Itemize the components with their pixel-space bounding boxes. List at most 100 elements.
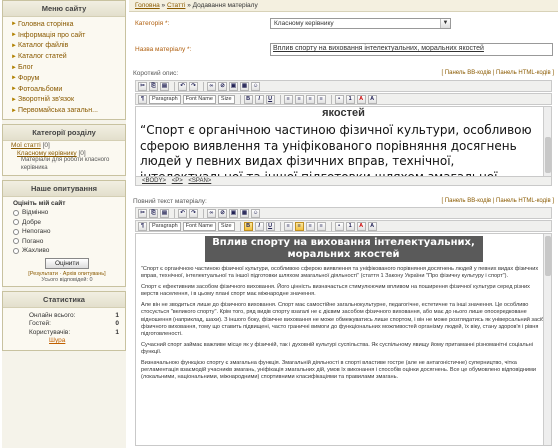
image-icon[interactable]: ▣ bbox=[229, 81, 238, 91]
menu-item-blog[interactable]: ► Блог bbox=[11, 62, 121, 73]
bg-color-icon[interactable]: A bbox=[367, 221, 377, 231]
category-select[interactable]: Класному керівнику ▼ bbox=[270, 18, 451, 29]
align-center-icon[interactable]: ≡ bbox=[294, 221, 304, 231]
menu-item-home[interactable]: ► Головна сторінка bbox=[11, 19, 121, 30]
italic-icon[interactable]: I bbox=[254, 221, 264, 231]
short-description-editor[interactable]: якостей “Спорт є органічною частиною фіз… bbox=[135, 106, 552, 177]
numbered-list-icon[interactable]: 1 bbox=[345, 94, 355, 104]
unlink-icon[interactable]: ⊘ bbox=[218, 208, 227, 218]
link-icon[interactable]: ∞ bbox=[207, 208, 216, 218]
scrollbar-thumb[interactable] bbox=[545, 137, 551, 173]
poll-option[interactable]: Непогано bbox=[13, 227, 121, 237]
vote-button[interactable]: Оцінити bbox=[45, 257, 89, 269]
poll-option[interactable]: Добре bbox=[13, 218, 121, 228]
bold-icon[interactable]: B bbox=[243, 221, 253, 231]
size-select[interactable]: Size bbox=[217, 94, 235, 104]
bullet-list-icon[interactable]: • bbox=[334, 221, 344, 231]
radio-icon[interactable] bbox=[13, 219, 19, 226]
font-name-select[interactable]: Font Name bbox=[182, 94, 216, 104]
radio-icon[interactable] bbox=[13, 238, 19, 245]
smiley-icon[interactable]: ☺ bbox=[251, 81, 260, 91]
align-left-icon[interactable]: ≡ bbox=[283, 221, 293, 231]
online-user-link[interactable]: Шура bbox=[9, 337, 119, 344]
numbered-list-icon[interactable]: 1 bbox=[345, 221, 355, 231]
table-icon[interactable]: ▦ bbox=[240, 81, 249, 91]
breadcrumb-articles[interactable]: Статті bbox=[167, 2, 185, 9]
full-text-editor[interactable]: Вплив спорту на виховання інтелектуальни… bbox=[135, 233, 552, 446]
cut-icon[interactable]: ✂ bbox=[138, 208, 147, 218]
panel-links[interactable]: [ Панель ВВ-кодів | Панель HTML-кодів ] bbox=[441, 70, 554, 76]
redo-icon[interactable]: ↷ bbox=[189, 81, 198, 91]
copy-icon[interactable]: ⎘ bbox=[149, 81, 158, 91]
font-name-select[interactable]: Font Name bbox=[182, 221, 216, 231]
justify-icon[interactable]: ≡ bbox=[316, 94, 326, 104]
undo-icon[interactable]: ↶ bbox=[178, 81, 187, 91]
styles-icon[interactable]: ¶ bbox=[138, 221, 147, 231]
category-class-teacher[interactable]: Класному керівнику [0] bbox=[3, 149, 125, 157]
scrollbar-thumb[interactable] bbox=[545, 236, 551, 276]
poll-panel: Наше опитування Оцініть мій сайт Відмінн… bbox=[2, 180, 126, 287]
path-body[interactable]: <BODY> bbox=[142, 178, 166, 184]
bold-icon[interactable]: B bbox=[243, 94, 253, 104]
panel-links[interactable]: [ Панель ВВ-кодів | Панель HTML-кодів ] bbox=[441, 198, 554, 204]
link-icon[interactable]: ∞ bbox=[207, 81, 216, 91]
text-color-icon[interactable]: A bbox=[356, 94, 366, 104]
cut-icon[interactable]: ✂ bbox=[138, 81, 147, 91]
align-left-icon[interactable]: ≡ bbox=[283, 94, 293, 104]
styles-icon[interactable]: ¶ bbox=[138, 94, 147, 104]
path-span[interactable]: <SPAN> bbox=[188, 178, 211, 184]
copy-icon[interactable]: ⎘ bbox=[149, 208, 158, 218]
image-icon[interactable]: ▣ bbox=[229, 208, 238, 218]
table-icon[interactable]: ▦ bbox=[240, 208, 249, 218]
menu-item-articles[interactable]: ► Каталог статей bbox=[11, 51, 121, 62]
poll-option[interactable]: Жахливо bbox=[13, 246, 121, 256]
text-color-icon[interactable]: A bbox=[356, 221, 366, 231]
smiley-icon[interactable]: ☺ bbox=[251, 208, 260, 218]
redo-icon[interactable]: ↷ bbox=[189, 208, 198, 218]
editor2-paragraph: “Спорт є органічною частиною фізичної ку… bbox=[141, 266, 539, 280]
bg-color-icon[interactable]: A bbox=[367, 94, 377, 104]
unlink-icon[interactable]: ⊘ bbox=[218, 81, 227, 91]
paragraph-select[interactable]: Paragraph bbox=[149, 94, 181, 104]
category-my-articles[interactable]: Мої статті [0] bbox=[3, 141, 125, 149]
undo-icon[interactable]: ↶ bbox=[178, 208, 187, 218]
size-select[interactable]: Size bbox=[217, 221, 235, 231]
title-input[interactable]: Вплив спорту на виховання інтелектуальни… bbox=[270, 43, 553, 56]
underline-icon[interactable]: U bbox=[265, 221, 275, 231]
editor2-scrollbar[interactable] bbox=[543, 234, 551, 445]
poll-option[interactable]: Відмінно bbox=[13, 208, 121, 218]
menu-item-about[interactable]: ► Інформація про сайт bbox=[11, 30, 121, 41]
align-right-icon[interactable]: ≡ bbox=[305, 221, 315, 231]
bullet-list-icon[interactable]: • bbox=[334, 94, 344, 104]
editor2-paragraph: Визначальною функцією спорту є змагальна… bbox=[141, 360, 537, 381]
poll-results-link[interactable]: [Результати · Архів опитувань] bbox=[13, 271, 121, 277]
arrow-icon: ► bbox=[11, 42, 17, 49]
align-right-icon[interactable]: ≡ bbox=[305, 94, 315, 104]
breadcrumb-home[interactable]: Головна bbox=[135, 2, 160, 9]
arrow-icon: ► bbox=[11, 107, 17, 114]
stats-row: Онлайн всього: 1 bbox=[29, 311, 119, 319]
radio-icon[interactable] bbox=[13, 228, 19, 235]
menu-item-photo[interactable]: ► Фотоальбоми bbox=[11, 84, 121, 95]
menu-item-forum[interactable]: ► Форум bbox=[11, 73, 121, 84]
editor1-toolbar-format: ¶ Paragraph Font Name Size B I U ≡ ≡ ≡ ≡… bbox=[135, 93, 552, 105]
menu-item-school[interactable]: ► Первомайська загальн... bbox=[11, 105, 121, 116]
italic-icon[interactable]: I bbox=[254, 94, 264, 104]
path-p[interactable]: <P> bbox=[172, 178, 183, 184]
radio-icon[interactable] bbox=[13, 247, 19, 254]
editor1-scrollbar[interactable] bbox=[543, 107, 551, 176]
menu-item-files[interactable]: ► Каталог файлів bbox=[11, 41, 121, 52]
paste-icon[interactable]: ▤ bbox=[160, 81, 169, 91]
poll-option[interactable]: Погано bbox=[13, 237, 121, 247]
site-menu-title: Меню сайту bbox=[3, 1, 125, 17]
paragraph-select[interactable]: Paragraph bbox=[149, 221, 181, 231]
radio-icon[interactable] bbox=[13, 209, 19, 216]
editor1-toolbar-top: ✂ ⎘ ▤ ↶ ↷ ∞ ⊘ ▣ ▦ ☺ bbox=[135, 80, 552, 92]
justify-icon[interactable]: ≡ bbox=[316, 221, 326, 231]
menu-item-feedback[interactable]: ► Зворотній зв'язок bbox=[11, 95, 121, 106]
underline-icon[interactable]: U bbox=[265, 94, 275, 104]
paste-icon[interactable]: ▤ bbox=[160, 208, 169, 218]
poll-body: Оцініть мій сайт Відмінно Добре Непогано… bbox=[3, 197, 125, 286]
align-center-icon[interactable]: ≡ bbox=[294, 94, 304, 104]
toolbar-separator bbox=[279, 94, 281, 104]
